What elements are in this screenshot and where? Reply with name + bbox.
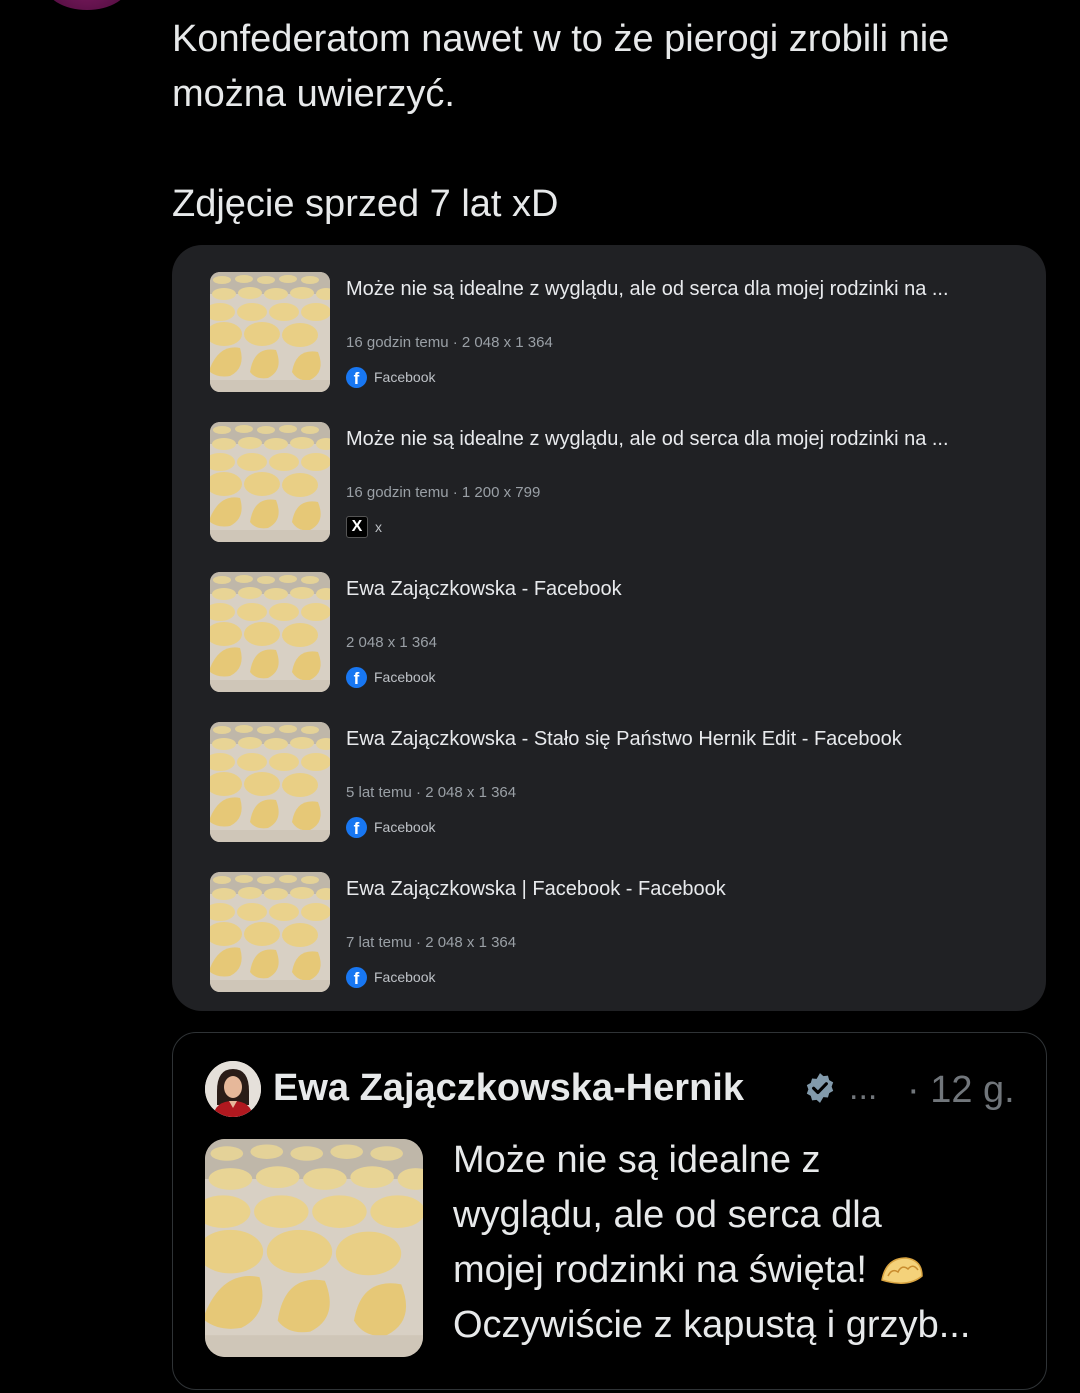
- search-result[interactable]: Ewa Zajączkowska - Stało się Państwo Her…: [210, 722, 1030, 842]
- result-meta: 5 lat temu · 2 048 x 1 364: [346, 784, 517, 801]
- tweet-line: można uwierzyć.: [172, 73, 455, 115]
- source-label: Facebook: [374, 969, 436, 985]
- tweet-line: Zdjęcie sprzed 7 lat xD: [172, 183, 559, 225]
- result-title[interactable]: Ewa Zajączkowska | Facebook - Facebook: [346, 878, 1036, 901]
- result-meta: 16 godzin temu · 2 048 x 1 364: [346, 334, 553, 351]
- tweet-body: Konfederatom nawet w to że pierogi zrobi…: [172, 12, 1052, 232]
- result-source[interactable]: f Facebook: [346, 666, 435, 688]
- x-logo-icon: X: [346, 516, 368, 538]
- source-label: x: [375, 519, 382, 535]
- result-meta: 7 lat temu · 2 048 x 1 364: [346, 934, 517, 951]
- quoted-tweet-text: Może nie są idealne z wyglądu, ale od se…: [453, 1133, 1033, 1353]
- name-truncation: ...: [849, 1069, 878, 1107]
- image-search-results-card: Może nie są idealne z wyglądu, ale od se…: [172, 245, 1046, 1011]
- author-name[interactable]: Ewa Zajączkowska-Hernik: [273, 1067, 744, 1110]
- quote-line: mojej rodzinki na święta!: [453, 1243, 1033, 1298]
- result-title[interactable]: Może nie są idealne z wyglądu, ale od se…: [346, 278, 1036, 301]
- source-label: Facebook: [374, 369, 436, 385]
- result-meta: 16 godzin temu · 1 200 x 799: [346, 484, 541, 501]
- facebook-icon: f: [346, 666, 367, 688]
- dumpling-emoji-icon: [880, 1257, 923, 1284]
- pierogi-thumbnail[interactable]: [210, 422, 330, 542]
- result-title[interactable]: Może nie są idealne z wyglądu, ale od se…: [346, 428, 1036, 451]
- search-result[interactable]: Ewa Zajączkowska - Facebook 2 048 x 1 36…: [210, 572, 1030, 692]
- author-avatar[interactable]: [205, 1061, 261, 1117]
- timestamp[interactable]: · 12 g.: [907, 1069, 1015, 1112]
- quote-line: wyglądu, ale od serca dla: [453, 1194, 882, 1236]
- quote-line-text: mojej rodzinki na święta!: [453, 1249, 867, 1291]
- pierogi-thumbnail[interactable]: [210, 872, 330, 992]
- source-label: Facebook: [374, 819, 436, 835]
- quote-line: Oczywiście z kapustą i grzyb...: [453, 1304, 971, 1346]
- result-source[interactable]: f Facebook: [346, 966, 435, 988]
- pierogi-thumbnail[interactable]: [210, 272, 330, 392]
- facebook-icon: f: [346, 366, 367, 388]
- pierogi-thumbnail[interactable]: [210, 572, 330, 692]
- search-result[interactable]: Może nie są idealne z wyglądu, ale od se…: [210, 272, 1030, 392]
- pierogi-thumbnail[interactable]: [210, 722, 330, 842]
- search-result[interactable]: Może nie są idealne z wyglądu, ale od se…: [210, 422, 1030, 542]
- result-source[interactable]: f Facebook: [346, 366, 435, 388]
- facebook-icon: f: [346, 816, 367, 838]
- result-source[interactable]: X x: [346, 516, 382, 538]
- facebook-icon: f: [346, 966, 367, 988]
- tweet-line: Konfederatom nawet w to że pierogi zrobi…: [172, 18, 950, 60]
- result-title[interactable]: Ewa Zajączkowska - Facebook: [346, 578, 1036, 601]
- source-label: Facebook: [374, 669, 436, 685]
- user-avatar[interactable]: [44, 0, 130, 10]
- result-title[interactable]: Ewa Zajączkowska - Stało się Państwo Her…: [346, 728, 1036, 751]
- search-result[interactable]: Ewa Zajączkowska | Facebook - Facebook 7…: [210, 872, 1030, 992]
- quoted-tweet[interactable]: Ewa Zajączkowska-Hernik ... · 12 g. Może…: [172, 1032, 1047, 1390]
- quoted-tweet-image[interactable]: [205, 1139, 423, 1357]
- quote-line: Może nie są idealne z: [453, 1139, 821, 1181]
- verified-badge-icon: [806, 1073, 834, 1103]
- result-meta: 2 048 x 1 364: [346, 634, 437, 651]
- result-source[interactable]: f Facebook: [346, 816, 435, 838]
